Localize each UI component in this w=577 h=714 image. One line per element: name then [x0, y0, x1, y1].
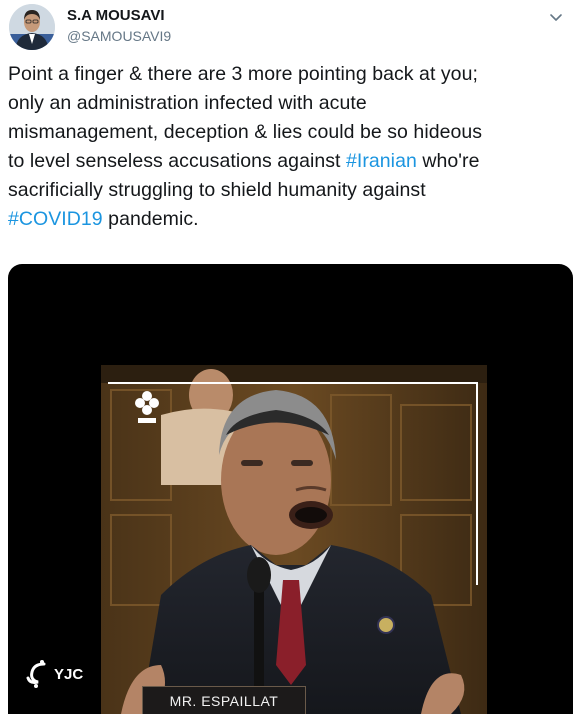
avatar[interactable] [9, 4, 55, 50]
tweet-line: to level senseless accusations against #… [8, 147, 570, 176]
tweet-line: #COVID19 pandemic. [8, 205, 570, 234]
tweet-line: sacrificially struggling to shield human… [8, 176, 570, 205]
tweet-text: Point a finger & there are 3 more pointi… [8, 60, 570, 234]
hashtag-link[interactable]: #COVID19 [8, 208, 103, 230]
display-name[interactable]: S.A MOUSAVI [67, 7, 165, 24]
video-frame[interactable] [101, 365, 487, 714]
tweet-line: Point a finger & there are 3 more pointi… [8, 60, 570, 89]
tweet-text-segment: pandemic. [102, 208, 199, 230]
tweet-text-segment: Point a finger & there are 3 more pointi… [8, 63, 478, 85]
hashtag-link[interactable]: #Iranian [346, 150, 417, 172]
tweet-text-segment: mismanagement, deception & lies could be… [8, 121, 483, 143]
tweet-text-segment: only an administration infected with acu… [8, 92, 367, 114]
tweet-text-segment: to level senseless accusations against [8, 150, 346, 172]
tweet-text-segment: sacrificially struggling to shield human… [8, 179, 426, 201]
tweet-text-segment: who're [416, 150, 480, 172]
user-handle[interactable]: @SAMOUSAVI9 [67, 28, 171, 44]
chevron-down-icon[interactable] [548, 9, 564, 25]
tweet-media[interactable]: YJC MR. ESPAILLAT [8, 264, 573, 714]
yjc-logo-icon [26, 660, 46, 688]
yjc-label: YJC [54, 665, 84, 683]
tweet-line: mismanagement, deception & lies could be… [8, 118, 570, 147]
nameplate: MR. ESPAILLAT [142, 686, 306, 714]
tweet-line: only an administration infected with acu… [8, 89, 570, 118]
yjc-watermark: YJC [24, 660, 83, 688]
